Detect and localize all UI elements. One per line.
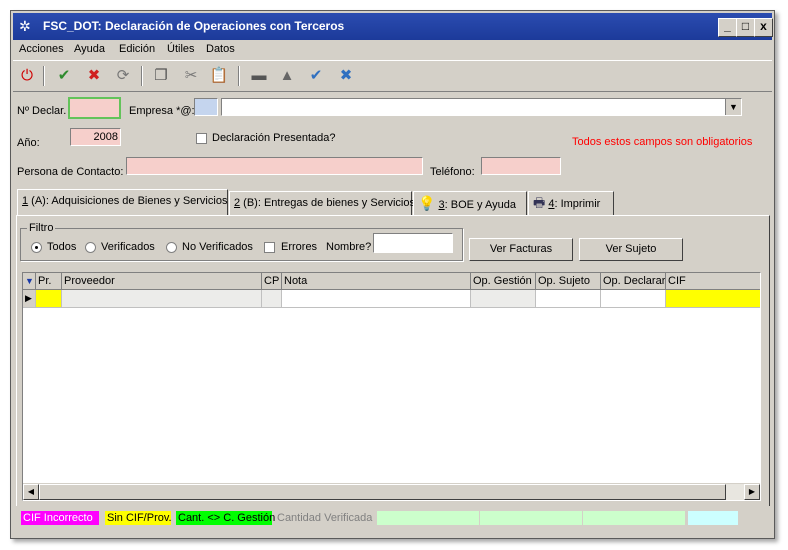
cell-cif[interactable] [666,290,760,308]
errores-checkbox[interactable] [264,242,275,253]
minus-icon[interactable]: ▬ [248,65,270,87]
toolbar: ⏻ ✔ ✖ ⟳ ❐ ✂ 📋 ▬ ▲ ✔ ✖ [13,60,772,92]
contacto-label: Persona de Contacto: [17,166,124,178]
tab-imprimir[interactable]: 🖶 4: Imprimir [528,191,614,215]
up-icon[interactable]: ▲ [276,65,298,87]
ver-facturas-button[interactable]: Ver Facturas [469,238,573,261]
tab-boe-ayuda[interactable]: 💡 3: BOE y Ayuda [413,191,527,215]
horizontal-scrollbar[interactable]: ◀ ▶ [23,483,760,500]
radio-todos-label: Todos [47,241,77,253]
dropdown-arrow-icon[interactable]: ▼ [725,99,741,115]
maximize-button[interactable]: □ [736,18,755,37]
legend-sin-cif: Sin CIF/Prov. [105,511,172,525]
col-op-sujeto[interactable]: Op. Sujeto [536,273,601,290]
close-button[interactable]: x [754,18,773,37]
num-declar-label: Nº Declar. [17,105,67,117]
tab-4-label: : Imprimir [554,198,601,210]
tab-1-label: (A): Adquisiciones de Bienes y Servicios [28,195,228,207]
errores-label: Errores [281,241,318,253]
x-icon[interactable]: ✖ [335,65,357,87]
minimize-button[interactable]: _ [718,18,737,37]
radio-no-verificados[interactable] [166,242,177,253]
telefono-label: Teléfono: [430,166,475,178]
filter-title: Filtro [27,222,56,234]
empresa-select[interactable]: ▼ [221,98,742,116]
scroll-left-icon[interactable]: ◀ [23,484,39,500]
menu-utiles[interactable]: Útiles [167,43,195,55]
required-note: Todos estos campos son obligatorios [572,136,753,148]
refresh-icon[interactable]: ⟳ [112,65,134,87]
legend-cant-gestion: Cant. <> C. Gestión [176,511,276,525]
lightbulb-icon: 💡 [418,195,436,211]
empresa-code-input[interactable] [194,98,218,116]
summary-cell-4 [688,511,738,525]
legend-cantidad-verificada: Cantidad Verificada [277,512,373,524]
menu-edicion[interactable]: Edición [119,43,155,55]
tab-entregas[interactable]: 2 (B): Entregas de bienes y Servicios [229,191,415,215]
cell-pr[interactable] [36,290,62,308]
toolbar-separator [43,66,45,86]
summary-cell-2 [480,511,582,525]
col-cp[interactable]: CP [262,273,282,290]
menu-datos[interactable]: Datos [206,43,235,55]
title-bar: ✲ FSC_DOT: Declaración de Operaciones co… [13,13,773,40]
anio-input[interactable]: 2008 [70,128,121,146]
nombre-label: Nombre? [326,241,372,253]
grid-row-selector-header[interactable]: ▼ [23,273,36,290]
scroll-thumb[interactable] [39,484,726,500]
data-grid[interactable]: ▼ Pr. Proveedor CP Nota Op. Gestión Op. … [22,272,761,501]
num-declar-input[interactable] [68,97,121,119]
cell-op-declarar[interactable] [601,290,666,308]
menu-bar: Acciones Ayuda Edición Útiles Datos [13,41,772,59]
empresa-label: Empresa *@: [129,105,195,117]
col-cif[interactable]: CIF [666,273,760,290]
cell-cp[interactable] [262,290,282,308]
contacto-input[interactable] [126,157,423,175]
main-window: ✲ FSC_DOT: Declaración de Operaciones co… [10,10,775,539]
toolbar-separator [238,66,240,86]
col-proveedor[interactable]: Proveedor [62,273,262,290]
presentada-checkbox[interactable] [196,133,207,144]
legend-cif-incorrecto: CIF Incorrecto [21,511,99,525]
power-icon[interactable]: ⏻ [16,65,38,87]
col-pr[interactable]: Pr. [36,273,62,290]
radio-todos[interactable] [31,242,42,253]
radio-no-verificados-label: No Verificados [182,241,253,253]
cell-op-sujeto[interactable] [536,290,601,308]
cell-nota[interactable] [282,290,471,308]
radio-verificados-label: Verificados [101,241,155,253]
cut-icon[interactable]: ✂ [180,65,202,87]
copy-icon[interactable]: ❐ [150,65,172,87]
accept-all-icon[interactable]: ✔ [53,65,75,87]
tab-adquisiciones[interactable]: 1 (A): Adquisiciones de Bienes y Servici… [17,189,228,216]
ver-sujeto-button[interactable]: Ver Sujeto [579,238,683,261]
check-icon[interactable]: ✔ [305,65,327,87]
col-op-declarar[interactable]: Op. Declarar [601,273,666,290]
radio-verificados[interactable] [85,242,96,253]
window-title: FSC_DOT: Declaración de Operaciones con … [43,19,345,33]
app-icon: ✲ [19,18,31,34]
col-nota[interactable]: Nota [282,273,471,290]
summary-cell-3 [583,511,685,525]
scroll-right-icon[interactable]: ▶ [744,484,760,500]
cell-proveedor[interactable] [62,290,262,308]
menu-ayuda[interactable]: Ayuda [74,43,105,55]
presentada-label: Declaración Presentada? [212,132,336,144]
nombre-input[interactable] [373,233,453,253]
summary-cell-1 [377,511,479,525]
tab-3-label: : BOE y Ayuda [444,199,516,211]
col-op-gestion[interactable]: Op. Gestión [471,273,536,290]
tab-2-label: (B): Entregas de bienes y Servicios [240,197,415,209]
telefono-input[interactable] [481,157,561,175]
cell-op-gestion[interactable] [471,290,536,308]
toolbar-separator [141,66,143,86]
paste-icon[interactable]: 📋 [208,65,230,87]
row-pointer-icon[interactable]: ▶ [23,290,36,308]
anio-label: Año: [17,137,40,149]
cancel-all-icon[interactable]: ✖ [83,65,105,87]
menu-acciones[interactable]: Acciones [19,43,64,55]
printer-icon: 🖶 [533,195,546,210]
